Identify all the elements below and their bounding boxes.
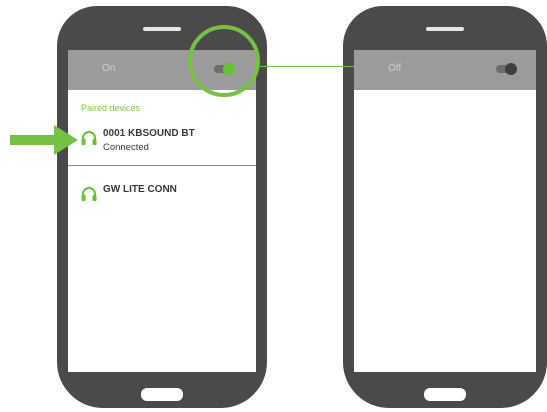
callout-connector-line — [260, 66, 355, 67]
headphones-icon — [81, 187, 97, 201]
bluetooth-top-bar: Off — [354, 50, 536, 90]
toggle-highlight-circle — [188, 25, 260, 97]
paired-devices-label: Paired devices — [81, 103, 141, 113]
device-name: GW LITE CONN — [103, 184, 177, 195]
bluetooth-toggle[interactable] — [496, 63, 517, 75]
headphones-icon — [81, 131, 97, 145]
home-button[interactable] — [424, 388, 466, 401]
bluetooth-state-label: Off — [388, 63, 402, 74]
phone-speaker — [426, 27, 464, 31]
home-button[interactable] — [141, 388, 183, 401]
left-phone-screen: On Paired devices 0001 KBSOUND BT Connec… — [68, 50, 256, 372]
phone-speaker — [143, 27, 181, 31]
pointer-arrow-icon — [10, 125, 78, 155]
right-phone-screen: Off — [354, 50, 536, 372]
toggle-knob — [505, 63, 517, 75]
list-divider — [68, 165, 256, 166]
device-name: 0001 KBSOUND BT — [103, 128, 195, 139]
device-item-gw-lite[interactable]: GW LITE CONN — [81, 181, 256, 219]
device-status: Connected — [103, 142, 149, 153]
device-item-kbsound[interactable]: 0001 KBSOUND BT Connected — [81, 125, 256, 163]
bluetooth-state-label: On — [102, 63, 116, 74]
right-phone: Off — [343, 6, 547, 408]
